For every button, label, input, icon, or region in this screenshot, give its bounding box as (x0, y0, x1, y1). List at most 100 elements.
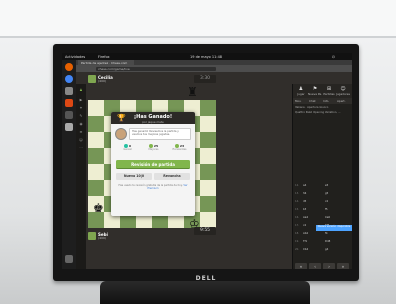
opening-name: Italiana · Apertura Giuoco (295, 106, 329, 109)
tab-new-game[interactable]: ⚑ Nueva Pa. (308, 86, 322, 96)
player-avatar[interactable] (88, 232, 96, 240)
board-square[interactable] (88, 116, 104, 132)
modal-subtitle: por jaque mate (142, 120, 164, 124)
player-rating: (400) (98, 236, 107, 240)
clock-datetime[interactable]: 19 de mayo 11:48 (190, 55, 222, 59)
stat-brilliant: 6 Genial (123, 144, 132, 151)
board-square[interactable] (200, 116, 216, 132)
play-icon[interactable]: ▶ (78, 98, 84, 103)
move-row[interactable]: 18. Ab4 f4 (295, 232, 351, 236)
white-move[interactable]: b3 (303, 208, 306, 211)
opponent-avatar[interactable] (88, 75, 96, 83)
terminal-icon[interactable] (65, 111, 73, 119)
board-square[interactable] (88, 132, 104, 148)
stat-excellent: 23 Excelentes (172, 144, 187, 151)
coach-message: Has ganado! Revisemos la partida y veamo… (129, 128, 191, 140)
white-move[interactable]: Aa4 (303, 216, 308, 219)
update-notification[interactable]: Nueva versión disponible (316, 225, 352, 231)
rematch-button[interactable]: Revancha (154, 173, 190, 180)
screen: Actividades Firefox 19 de mayo 11:48 ⏻ P… (62, 53, 352, 269)
chess-page: ♟ ▶ ✦ ✎ ◉ ≡ ☺ ⋯ Cecilia (400) 3:30 ♜ ♚ ♔ (76, 72, 352, 269)
app-grid-icon[interactable] (65, 255, 73, 263)
game-review-button[interactable]: Revisión de partida (116, 160, 190, 169)
black-move[interactable]: c4 (325, 200, 328, 203)
chrome-icon[interactable] (65, 75, 73, 83)
prev-move-button[interactable]: ‹ (309, 263, 321, 269)
subtab-info[interactable]: Info. (323, 99, 329, 103)
move-row[interactable]: 15. b3 f5 (295, 208, 351, 212)
move-number: 13. (295, 192, 300, 195)
black-move[interactable]: e5 (325, 184, 328, 187)
move-row[interactable]: 19. Tf1 Dd8 (295, 240, 351, 244)
board-square[interactable] (88, 164, 104, 180)
move-number: 12. (295, 184, 300, 187)
move-row[interactable]: 13. h6 g5 (295, 192, 351, 196)
more-icon[interactable]: ⋯ (78, 146, 84, 151)
software-icon[interactable] (65, 99, 73, 107)
black-move[interactable]: Dd8 (325, 240, 330, 243)
first-move-button[interactable]: « (295, 263, 307, 269)
black-move[interactable]: g4 (325, 248, 328, 251)
board-square[interactable] (200, 196, 216, 212)
subtab-moves[interactable]: Mov. (295, 99, 301, 103)
social-icon[interactable]: ☺ (78, 138, 84, 143)
white-move[interactable]: h6 (303, 192, 306, 195)
board-square[interactable] (88, 148, 104, 164)
board-square[interactable] (200, 180, 216, 196)
power-icon[interactable]: ⏻ (332, 55, 335, 59)
board-square[interactable] (88, 100, 104, 116)
move-row[interactable]: 12. a4 e5 (295, 184, 351, 188)
white-move[interactable]: c4 (303, 224, 306, 227)
move-row[interactable]: 16. Aa4 Ce6 (295, 216, 351, 220)
white-move[interactable]: d5 (303, 200, 306, 203)
puzzle-icon[interactable]: ✦ (78, 106, 84, 111)
last-move-button[interactable]: » (337, 263, 349, 269)
watch-icon[interactable]: ◉ (78, 122, 84, 127)
tab-games[interactable]: ⊞ Partidas (322, 86, 336, 96)
board-square[interactable] (200, 164, 216, 180)
subtab-chat[interactable]: Chat (309, 99, 316, 103)
king-piece-icon[interactable]: ♚ (93, 202, 104, 214)
player-clock: 9:55 (194, 227, 216, 235)
black-move[interactable]: f4 (325, 232, 328, 235)
move-navigation: « ‹ › » (295, 263, 351, 269)
learn-icon[interactable]: ✎ (78, 114, 84, 119)
move-number: 18. (295, 232, 300, 235)
board-square[interactable] (200, 148, 216, 164)
next-move-button[interactable]: › (323, 263, 335, 269)
white-move[interactable]: Ab4 (303, 232, 308, 235)
site-sidebar: ♟ ▶ ✦ ✎ ◉ ≡ ☺ ⋯ (76, 84, 86, 269)
news-icon[interactable]: ≡ (78, 130, 84, 135)
top-player: Cecilia (400) (88, 74, 208, 84)
board-square[interactable] (88, 180, 104, 196)
white-move[interactable]: Tf1 (303, 240, 307, 243)
board-square[interactable] (200, 212, 216, 228)
side-panel-tabs: ♟ Jugar ⚑ Nueva Pa. ⊞ Partidas ☺ Jugadores (293, 84, 352, 98)
black-move[interactable]: Ce6 (325, 216, 330, 219)
black-move[interactable]: f5 (325, 208, 328, 211)
white-move[interactable]: Cb4 (303, 248, 308, 251)
move-number: 16. (295, 216, 300, 219)
new-game-button[interactable]: Nueva 10|0 (116, 173, 152, 180)
address-input[interactable]: chess.com/game/live (96, 66, 216, 71)
move-row[interactable]: 20. Cb4 g4 (295, 248, 351, 252)
activities-button[interactable]: Actividades (65, 55, 85, 59)
dock (62, 60, 76, 269)
chess-logo-icon[interactable]: ♟ (78, 88, 84, 93)
move-number: 19. (295, 240, 300, 243)
rook-piece-icon[interactable]: ♜ (187, 86, 198, 98)
tab-play[interactable]: ♟ Jugar (294, 86, 308, 96)
move-number: 20. (295, 248, 300, 251)
coach-avatar (115, 128, 127, 140)
board-square[interactable] (200, 132, 216, 148)
white-move[interactable]: a4 (303, 184, 306, 187)
move-subtabs: Mov. Chat Info. Apert. (293, 98, 352, 104)
firefox-icon[interactable] (65, 63, 73, 71)
subtab-openings[interactable]: Apert. (337, 99, 346, 103)
tab-players[interactable]: ☺ Jugadores (336, 86, 350, 96)
files-icon[interactable] (65, 87, 73, 95)
settings-icon[interactable] (65, 123, 73, 131)
move-row[interactable]: 14. d5 c4 (295, 200, 351, 204)
board-square[interactable] (200, 100, 216, 116)
black-move[interactable]: g5 (325, 192, 328, 195)
